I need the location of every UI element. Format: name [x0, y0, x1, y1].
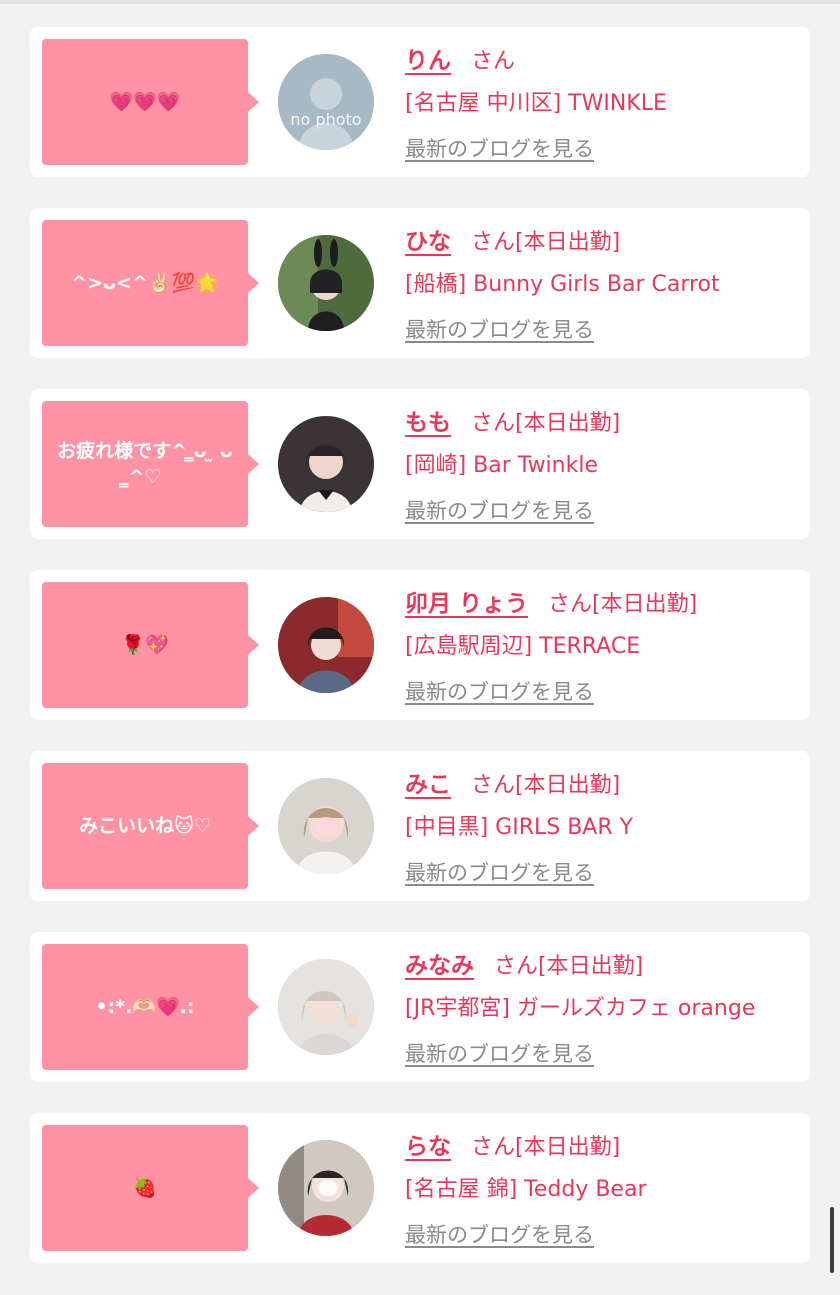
avatar-photo	[278, 1140, 374, 1236]
cast-card: お疲れ様です^ ̳ᴗ ̫ ᴗ ̳^♡ もも さん [本日出勤] [岡崎] Bar…	[30, 389, 810, 539]
shift-status: [本日出勤]	[515, 411, 621, 436]
honorific: さん	[548, 592, 593, 617]
latest-blog-link[interactable]: 最新のブログを見る	[405, 495, 594, 525]
shift-status: [本日出勤]	[538, 954, 644, 979]
shift-status: [本日出勤]	[515, 773, 621, 798]
cast-info: みなみ さん [本日出勤] [JR宇都宮] ガールズカフェ orange 最新の…	[405, 944, 800, 1068]
latest-blog-link[interactable]: 最新のブログを見る	[405, 857, 594, 887]
scrollbar[interactable]	[830, 1207, 834, 1273]
honorific: さん	[471, 230, 516, 255]
cast-info: 卯月 りょう さん [本日出勤] [広島駅周辺] TERRACE 最新のブログを…	[405, 582, 800, 706]
cast-name-link[interactable]: もも	[405, 403, 451, 437]
cast-name-link[interactable]: 卯月 りょう	[405, 584, 528, 618]
cast-card: ^>ᴗ<^✌🏻💯🌟 ひな さん [本日出勤] [船橋] Bunny Girls …	[30, 208, 810, 358]
avatar[interactable]	[278, 959, 374, 1055]
avatar[interactable]	[278, 235, 374, 331]
cast-list: 💗💗💗 no photo りん さん [名古屋 中川区] TWINKLE 最新の…	[30, 27, 810, 1294]
honorific: さん	[471, 773, 516, 798]
cast-info: もも さん [本日出勤] [岡崎] Bar Twinkle 最新のブログを見る	[405, 401, 800, 525]
honorific: さん	[494, 954, 539, 979]
no-photo-text: no photo	[290, 110, 361, 129]
shift-status: [本日出勤]	[592, 592, 698, 617]
message-bubble: •:*.🫶🏻💗.:	[42, 944, 259, 1070]
latest-blog-link[interactable]: 最新のブログを見る	[405, 1219, 594, 1249]
avatar[interactable]	[278, 416, 374, 512]
honorific: さん	[471, 1135, 516, 1160]
cast-info: ひな さん [本日出勤] [船橋] Bunny Girls Bar Carrot…	[405, 220, 800, 344]
honorific: さん	[471, 49, 516, 74]
cast-card: 🍓 らな さん [本日出勤] [名古屋 錦] Teddy Bear 最新のブログ…	[30, 1113, 810, 1263]
shop-location: [中目黒] GIRLS BAR Y	[405, 815, 634, 840]
avatar[interactable]	[278, 597, 374, 693]
avatar[interactable]	[278, 778, 374, 874]
shop-location: [船橋] Bunny Girls Bar Carrot	[405, 272, 720, 297]
cast-info: らな さん [本日出勤] [名古屋 錦] Teddy Bear 最新のブログを見…	[405, 1125, 800, 1249]
latest-blog-link[interactable]: 最新のブログを見る	[405, 133, 594, 163]
message-bubble: 🍓	[42, 1125, 259, 1251]
message-bubble: 💗💗💗	[42, 39, 259, 165]
cast-name-link[interactable]: らな	[405, 1127, 451, 1161]
message-bubble: 🌹💖	[42, 582, 259, 708]
latest-blog-link[interactable]: 最新のブログを見る	[405, 1038, 594, 1068]
shop-location: [岡崎] Bar Twinkle	[405, 453, 599, 478]
no-photo-placeholder: no photo	[278, 54, 374, 150]
cast-name-link[interactable]: みなみ	[405, 946, 474, 980]
cast-name-link[interactable]: ひな	[405, 222, 451, 256]
message-bubble: ^>ᴗ<^✌🏻💯🌟	[42, 220, 259, 346]
cast-info: りん さん [名古屋 中川区] TWINKLE 最新のブログを見る	[405, 39, 800, 163]
cast-card: 🌹💖 卯月 りょう さん [本日出勤] [広島駅周辺] TERRACE 最新のブ…	[30, 570, 810, 720]
avatar-photo	[278, 959, 374, 1055]
shift-status: [本日出勤]	[515, 230, 621, 255]
latest-blog-link[interactable]: 最新のブログを見る	[405, 314, 594, 344]
cast-name-link[interactable]: りん	[405, 41, 451, 75]
shop-location: [名古屋 錦] Teddy Bear	[405, 1177, 647, 1202]
avatar[interactable]: no photo	[278, 54, 374, 150]
honorific: さん	[471, 411, 516, 436]
message-bubble: みこいいね🐱♡	[42, 763, 259, 889]
cast-card: みこいいね🐱♡ みこ さん [本日出勤] [中目黒] GIRLS BAR Y 最…	[30, 751, 810, 901]
avatar-photo	[278, 235, 374, 331]
latest-blog-link[interactable]: 最新のブログを見る	[405, 676, 594, 706]
message-bubble: お疲れ様です^ ̳ᴗ ̫ ᴗ ̳^♡	[42, 401, 259, 527]
shop-location: [名古屋 中川区] TWINKLE	[405, 91, 667, 116]
cast-info: みこ さん [本日出勤] [中目黒] GIRLS BAR Y 最新のブログを見る	[405, 763, 800, 887]
shift-status: [本日出勤]	[515, 1135, 621, 1160]
shop-location: [JR宇都宮] ガールズカフェ orange	[405, 996, 756, 1021]
avatar-photo	[278, 416, 374, 512]
top-divider	[0, 0, 840, 4]
cast-card: •:*.🫶🏻💗.: みなみ さん [本日出勤] [JR宇都宮] ガールズカフェ …	[30, 932, 810, 1082]
cast-card: 💗💗💗 no photo りん さん [名古屋 中川区] TWINKLE 最新の…	[30, 27, 810, 177]
avatar-photo	[278, 597, 374, 693]
avatar[interactable]	[278, 1140, 374, 1236]
avatar-photo	[278, 778, 374, 874]
cast-name-link[interactable]: みこ	[405, 765, 451, 799]
shop-location: [広島駅周辺] TERRACE	[405, 634, 641, 659]
